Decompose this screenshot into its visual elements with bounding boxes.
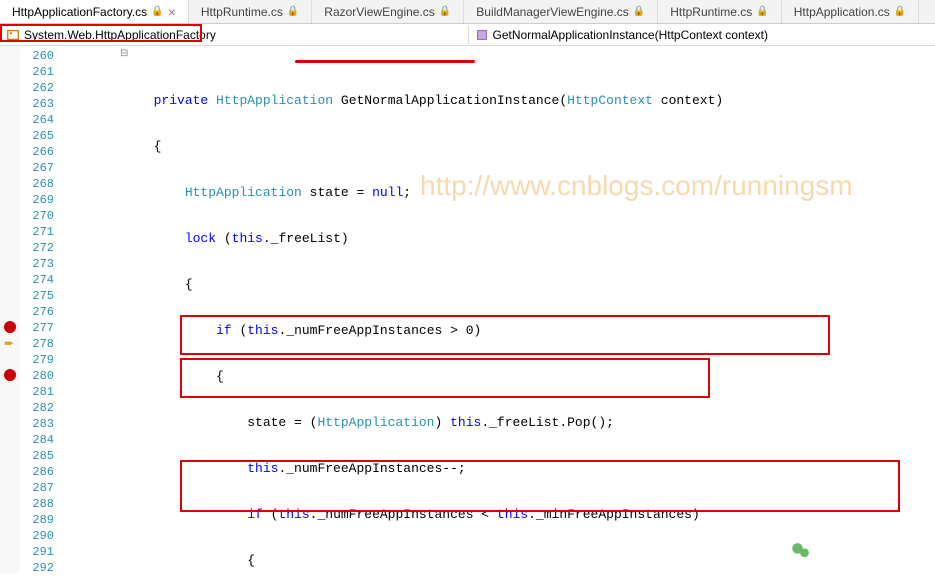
breakpoint-icon[interactable] <box>4 369 16 381</box>
tab-file[interactable]: RazorViewEngine.cs🔒 <box>312 0 464 23</box>
line-numbers: 2602612622632642652662672682692702712722… <box>20 46 60 573</box>
lock-icon: 🔒 <box>151 6 163 17</box>
breakpoint-margin[interactable]: ➨ <box>0 46 20 573</box>
code-area[interactable]: ⊟ private HttpApplication GetNormalAppli… <box>60 46 935 573</box>
method-name: GetNormalApplicationInstance(HttpContext… <box>493 28 768 42</box>
method-icon <box>475 28 489 42</box>
lock-icon: 🔒 <box>439 6 451 17</box>
class-name: System.Web.HttpApplicationFactory <box>24 28 216 42</box>
wechat-icon <box>787 537 815 565</box>
lock-icon: 🔒 <box>756 6 768 17</box>
breakpoint-icon[interactable] <box>4 321 16 333</box>
current-line-arrow-icon: ➨ <box>4 336 14 351</box>
tab-file[interactable]: HttpRuntime.cs🔒 <box>189 0 312 23</box>
class-icon <box>6 28 20 42</box>
lock-icon: 🔒 <box>287 6 299 17</box>
tab-file[interactable]: BuildManagerViewEngine.cs🔒 <box>464 0 658 23</box>
lock-icon: 🔒 <box>894 6 906 17</box>
class-dropdown[interactable]: System.Web.HttpApplicationFactory <box>0 26 468 44</box>
lock-icon: 🔒 <box>633 6 645 17</box>
tab-bar: HttpApplicationFactory.cs🔒× HttpRuntime.… <box>0 0 935 24</box>
fold-icon[interactable]: ⊟ <box>120 48 128 60</box>
tab-file[interactable]: HttpRuntime.cs🔒 <box>658 0 781 23</box>
nav-bar: System.Web.HttpApplicationFactory GetNor… <box>0 24 935 46</box>
code-editor[interactable]: ➨ 26026126226326426526626726826927027127… <box>0 46 935 573</box>
tab-file[interactable]: HttpApplication.cs🔒 <box>782 0 920 23</box>
annotation-underline <box>295 60 475 63</box>
method-dropdown[interactable]: GetNormalApplicationInstance(HttpContext… <box>468 26 935 44</box>
footer-text: dotNET跨平台 <box>821 539 923 563</box>
footer-branding: dotNET跨平台 <box>787 537 923 565</box>
tab-file-active[interactable]: HttpApplicationFactory.cs🔒× <box>0 0 189 23</box>
close-icon[interactable]: × <box>168 4 176 20</box>
